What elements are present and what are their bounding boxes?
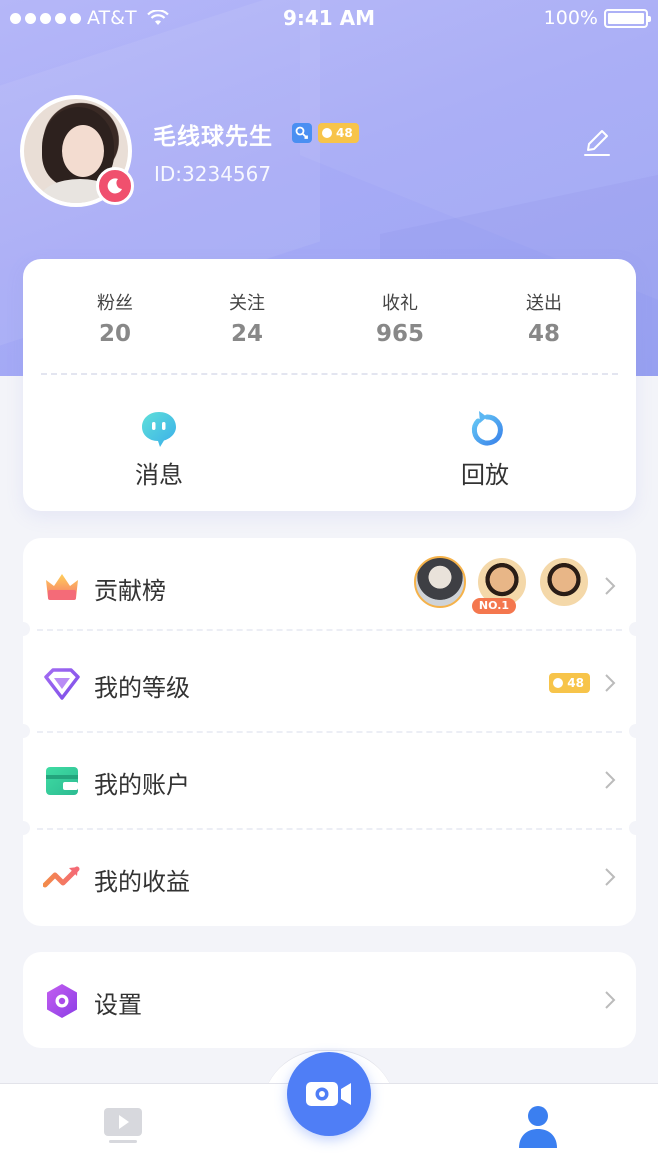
menu-card: 贡献榜 NO.1 我的等级 48 我的账户 我的收益	[16, 538, 643, 926]
stats-card: 粉丝 20 关注 24 收礼 965 送出 48 消息 回放	[23, 259, 636, 511]
battery-icon	[604, 8, 651, 28]
messages-button[interactable]: 消息	[89, 407, 229, 490]
replay-button[interactable]: 回放	[415, 407, 555, 490]
gender-icon	[292, 123, 312, 143]
replay-icon	[471, 411, 503, 446]
divider	[41, 373, 618, 375]
rank-badge: NO.1	[472, 598, 516, 614]
stat-value: 20	[98, 321, 131, 347]
chevron-right-icon	[605, 674, 616, 692]
stat-following[interactable]: 关注 24	[187, 289, 307, 347]
stat-value: 24	[230, 321, 263, 347]
coin-icon	[322, 128, 332, 138]
level-badge: 48	[318, 123, 359, 143]
pencil-icon[interactable]	[580, 126, 614, 160]
settings-card: 设置	[23, 952, 636, 1048]
menu-item-my-earnings[interactable]: 我的收益	[23, 829, 636, 926]
crown-icon	[43, 568, 81, 606]
trend-icon	[43, 859, 81, 897]
chevron-right-icon	[605, 771, 616, 789]
menu-label: 我的账户	[94, 771, 190, 799]
chevron-right-icon	[605, 991, 616, 1009]
person-icon[interactable]	[516, 1104, 560, 1150]
menu-label: 贡献榜	[94, 577, 166, 605]
play-tv-icon[interactable]	[103, 1106, 143, 1148]
stat-label: 送出	[526, 293, 562, 314]
wallet-icon	[43, 762, 81, 800]
chevron-right-icon	[605, 577, 616, 595]
stat-fans[interactable]: 粉丝 20	[55, 289, 175, 347]
username: 毛线球先生	[153, 124, 273, 150]
stat-label: 粉丝	[97, 293, 133, 314]
menu-label: 我的等级	[94, 674, 190, 702]
coin-icon	[553, 678, 564, 688]
hexagon-gear-icon	[43, 982, 81, 1020]
menu-item-my-level[interactable]: 我的等级 48	[23, 635, 636, 732]
replay-label: 回放	[461, 461, 509, 489]
user-id: ID:3234567	[154, 162, 272, 186]
messages-label: 消息	[135, 461, 183, 489]
menu-item-contribution[interactable]: 贡献榜 NO.1	[23, 538, 636, 635]
stat-value: 48	[527, 321, 560, 347]
stat-value: 965	[375, 321, 424, 347]
camera-icon	[306, 1082, 351, 1106]
stat-label: 关注	[229, 293, 265, 314]
avatar	[538, 556, 590, 608]
menu-item-my-account[interactable]: 我的账户	[23, 732, 636, 829]
menu-label: 我的收益	[94, 868, 190, 896]
stat-gifts-received[interactable]: 收礼 965	[340, 289, 460, 347]
profile-avatar[interactable]	[20, 95, 134, 207]
level-value: 48	[567, 676, 584, 690]
menu-item-settings[interactable]: 设置	[23, 952, 636, 1049]
stat-gifts-sent[interactable]: 送出 48	[484, 289, 604, 347]
avatar	[414, 556, 466, 608]
battery-percent: 100%	[543, 7, 598, 29]
diamond-icon	[43, 665, 81, 703]
level-value: 48	[336, 126, 353, 140]
divider	[37, 629, 622, 631]
record-button[interactable]	[287, 1052, 371, 1136]
moon-icon	[96, 167, 134, 205]
menu-label: 设置	[94, 991, 142, 1019]
chevron-right-icon	[605, 868, 616, 886]
chat-bubble-icon	[142, 412, 176, 447]
level-badge: 48	[549, 673, 590, 693]
stat-label: 收礼	[382, 293, 418, 314]
status-bar: AT&T 9:41 AM 100%	[0, 0, 658, 36]
